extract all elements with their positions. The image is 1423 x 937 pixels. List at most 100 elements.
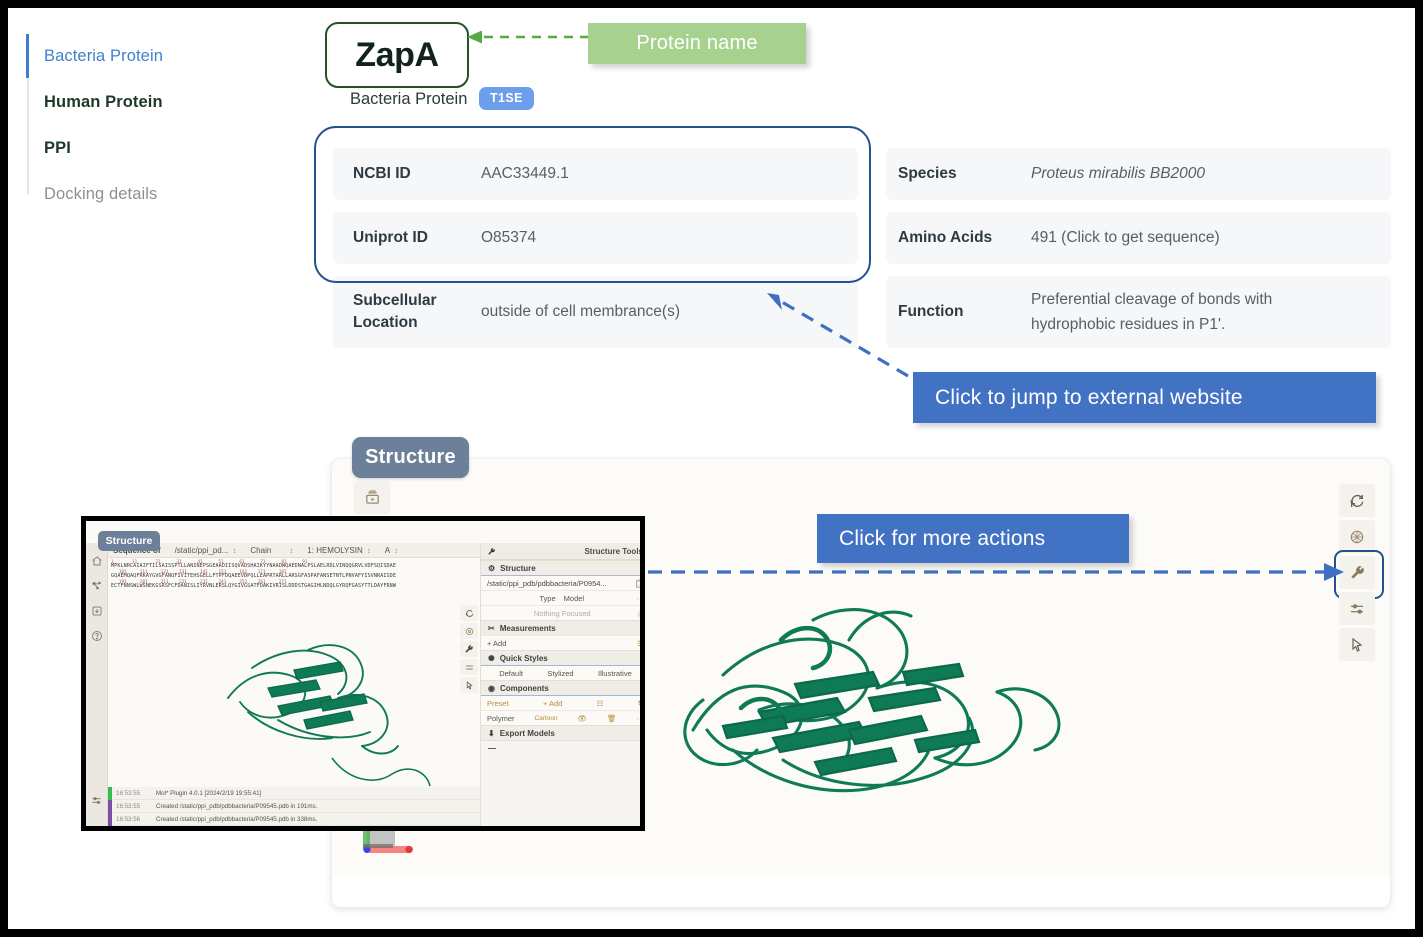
copy-icon[interactable]: 📋 — [635, 579, 640, 588]
wrench-icon — [487, 547, 496, 558]
components-add-button[interactable]: + Add — [543, 699, 562, 708]
sidebar-item-bacteria-protein[interactable]: Bacteria Protein — [44, 47, 163, 66]
sequence-source[interactable]: /static/ppi_pd... ↕ — [175, 546, 237, 555]
info-row-amino-acids[interactable]: Amino Acids 491 (Click to get sequence) — [886, 212, 1391, 264]
section-title: Measurements — [499, 623, 556, 633]
info-row-species: Species Proteus mirabilis BB2000 — [886, 148, 1391, 200]
components-preset-row: Preset + Add ☷ ↻ — [481, 695, 640, 710]
section-title: Components — [499, 683, 549, 693]
status-badge[interactable]: T1SE — [479, 87, 534, 110]
settings-icon[interactable]: ☷ — [637, 639, 640, 648]
inset-left-rail — [86, 543, 108, 826]
focus-status: Nothing Focused — [533, 608, 591, 618]
cursor-icon[interactable] — [460, 677, 478, 693]
info-value: 491 (Click to get sequence) — [1031, 229, 1220, 247]
log-row: 16:53:55 Mol* Plugin 4.0.1 [2024/2/19 19… — [108, 786, 480, 800]
focus-icon[interactable]: ◎ — [637, 609, 640, 618]
section-structure[interactable]: ⚙ Structure — [481, 560, 640, 575]
info-value: Preferential cleavage of bonds with hydr… — [1031, 290, 1273, 333]
sliders-icon[interactable] — [90, 793, 104, 807]
info-key: Amino Acids — [898, 228, 993, 246]
focus-icon[interactable] — [1339, 520, 1375, 553]
brush-icon: ✺ — [488, 653, 495, 663]
style-illustrative-button[interactable]: Illustrative — [598, 669, 632, 678]
log-time: 16:53:56 — [116, 815, 141, 823]
eye-icon[interactable]: 👁 — [578, 714, 588, 723]
overflow-menu-icon[interactable]: ⋯ — [636, 594, 640, 603]
log-time: 16:53:55 — [116, 789, 141, 797]
info-row-uniprot-id[interactable]: Uniprot ID O85374 — [333, 212, 858, 264]
focus-icon[interactable] — [460, 623, 478, 639]
structure-path: /static/ppi_pdb/pdbbacteria/P0954... — [487, 578, 607, 588]
viewer-toolbar — [1334, 484, 1384, 664]
download-icon[interactable] — [90, 604, 104, 618]
info-column-right: Species Proteus mirabilis BB2000 Amino A… — [886, 148, 1391, 360]
info-row-subcellular-location: Subcellular Location outside of cell mem… — [333, 276, 858, 348]
chain-dropdown[interactable]: ↕ — [285, 546, 293, 555]
reset-icon[interactable] — [1339, 484, 1375, 517]
molecule-icon[interactable] — [90, 579, 104, 593]
log-level-bar — [108, 786, 112, 800]
add-measurement-label: + Add — [487, 638, 507, 648]
log-row: 16:53:55 Created /static/ppi_pdb/pdbbact… — [108, 799, 480, 813]
protein-subtitle: Bacteria Protein — [350, 90, 468, 108]
info-value: O85374 — [481, 229, 537, 247]
polymer-label: Polymer — [487, 713, 515, 723]
callout-external-website: Click to jump to external website — [913, 372, 1376, 423]
type-value: Model — [563, 593, 585, 603]
structure-type-row[interactable]: Type Model ⋯ — [481, 590, 640, 605]
structure-tools-title: Structure Tools — [584, 546, 643, 556]
info-key: Subcellular Location — [353, 291, 437, 331]
sliders-icon[interactable] — [1339, 592, 1375, 625]
inset-structure-tag: Structure — [98, 531, 160, 551]
info-value: outside of cell membrance(s) — [481, 303, 680, 321]
reset-icon[interactable] — [460, 605, 478, 621]
callout-protein-name: Protein name — [588, 23, 806, 64]
cube-icon: ◉ — [488, 683, 495, 693]
section-quick-styles[interactable]: ✺ Quick Styles — [481, 650, 640, 665]
sidebar-item-human-protein[interactable]: Human Protein — [44, 93, 163, 112]
type-label: Type — [539, 593, 556, 603]
sidebar-item-ppi[interactable]: PPI — [44, 139, 71, 158]
polymer-representation[interactable]: Cartoon — [534, 715, 557, 722]
cursor-icon[interactable] — [1339, 628, 1375, 661]
preset-button[interactable]: Preset — [487, 699, 509, 708]
home-icon[interactable] — [90, 554, 104, 568]
section-title: Structure — [500, 563, 536, 573]
ruler-icon: ✂ — [488, 623, 495, 633]
section-measurements[interactable]: ✂ Measurements — [481, 620, 640, 635]
wrench-icon[interactable] — [460, 641, 478, 657]
settings-icon[interactable]: ☷ — [597, 699, 604, 708]
inset-protein-ribbon — [227, 644, 399, 755]
overflow-menu-icon[interactable]: ⋯ — [636, 714, 640, 723]
info-row-ncbi-id[interactable]: NCBI ID AAC33449.1 — [333, 148, 858, 200]
section-components[interactable]: ◉ Components — [481, 680, 640, 695]
help-icon[interactable] — [90, 629, 104, 643]
info-key: Species — [898, 164, 957, 182]
style-stylized-button[interactable]: Stylized — [547, 669, 573, 678]
sliders-icon[interactable] — [460, 659, 478, 675]
log-level-bar — [108, 812, 112, 826]
log-row: 16:53:56 Created /static/ppi_pdb/pdbbact… — [108, 812, 480, 826]
inset-viewer-toolbar — [460, 605, 478, 695]
protein-ribbon — [683, 608, 1061, 793]
inset-screenshot: Structure /static/ppi_pd... ↕ Chain ↕ 1:… — [81, 516, 645, 831]
sidebar-item-docking-details[interactable]: Docking details — [44, 185, 157, 204]
components-polymer-row: Polymer Cartoon 👁 🗑 ⋯ — [481, 710, 640, 725]
callout-more-actions: Click for more actions — [817, 514, 1129, 563]
measurements-add-row[interactable]: + Add ☷ — [481, 635, 640, 650]
chain-value[interactable]: 1: HEMOLYSIN ↕ — [307, 546, 370, 555]
inset-molecule-viewer[interactable] — [108, 600, 480, 787]
history-icon[interactable]: ↻ — [638, 699, 640, 708]
structure-section-tag: Structure — [352, 437, 469, 478]
page-title: ZapA — [355, 35, 439, 74]
structure-path-row[interactable]: /static/ppi_pdb/pdbbacteria/P0954... 📋 — [481, 575, 640, 590]
arrow-protein-name — [467, 30, 589, 44]
trash-icon[interactable]: 🗑 — [607, 714, 617, 723]
sub-chain-value[interactable]: A ↕ — [385, 546, 398, 555]
log-time: 16:53:55 — [116, 802, 141, 810]
section-export-models[interactable]: ⬇ Export Models — [481, 725, 640, 740]
snapshot-icon[interactable] — [354, 481, 390, 514]
wrench-icon[interactable] — [1334, 550, 1384, 599]
style-default-button[interactable]: Default — [499, 669, 523, 678]
